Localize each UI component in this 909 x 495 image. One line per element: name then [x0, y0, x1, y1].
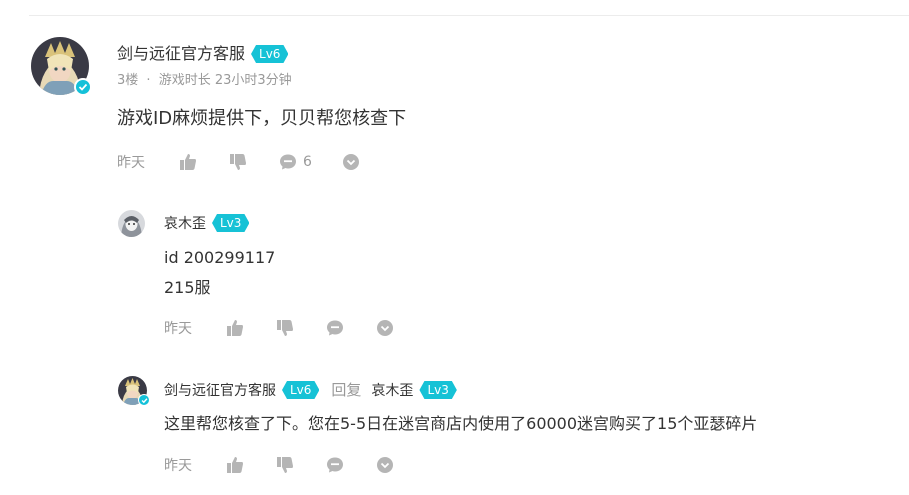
like-button[interactable]: [226, 456, 244, 474]
reply-count: 6: [303, 154, 312, 170]
reply-to-name[interactable]: 哀木歪: [371, 383, 413, 399]
verified-icon: [74, 78, 92, 96]
dislike-button[interactable]: [276, 456, 294, 474]
thumbs-down-icon: [277, 457, 293, 473]
author-name[interactable]: 剑与远征官方客服 Lv6: [117, 40, 288, 64]
reply-author: 剑与远征官方客服 Lv6 回复 哀木歪 Lv3: [164, 379, 457, 400]
comment-icon: [327, 320, 343, 336]
thumbs-up-icon: [180, 154, 196, 170]
reply-author-text[interactable]: 哀木歪: [164, 216, 206, 232]
level-badge: Lv3: [212, 214, 249, 232]
reply-word: 回复: [331, 381, 362, 399]
more-button[interactable]: [342, 153, 360, 171]
divider: [29, 15, 909, 16]
reply-avatar[interactable]: [118, 210, 145, 237]
reply-actions: 昨天: [164, 455, 424, 475]
thumbs-up-icon: [227, 320, 243, 336]
comment-actions: 昨天 6: [117, 152, 390, 172]
comment-icon: [280, 154, 296, 170]
thumbs-up-icon: [227, 457, 243, 473]
level-badge: Lv6: [251, 45, 288, 63]
reply-time: 昨天: [164, 458, 192, 474]
more-button[interactable]: [376, 319, 394, 337]
thumbs-down-icon: [277, 320, 293, 336]
reply-text: 这里帮您核查了下。您在5-5日在迷宫商店内使用了60000迷宫购买了15个亚瑟碎…: [164, 414, 758, 433]
level-badge: Lv6: [282, 381, 319, 399]
chevron-down-icon: [377, 320, 393, 336]
reply-author[interactable]: 哀木歪 Lv3: [164, 213, 249, 233]
comment-button[interactable]: [326, 319, 344, 337]
reply-author-text[interactable]: 剑与远征官方客服: [164, 383, 276, 399]
author-name-text[interactable]: 剑与远征官方客服: [117, 44, 245, 63]
meta-separator: ·: [146, 73, 151, 88]
comment-icon: [327, 457, 343, 473]
thumbs-down-icon: [230, 154, 246, 170]
comment-text: 游戏ID麻烦提供下，贝贝帮您核查下: [117, 108, 407, 129]
reply-line: id 200299117: [164, 248, 276, 267]
like-button[interactable]: [179, 153, 197, 171]
reply-line: 215服: [164, 278, 211, 297]
avatar[interactable]: [31, 37, 92, 96]
comment-button[interactable]: 6: [279, 153, 312, 171]
dislike-button[interactable]: [276, 319, 294, 337]
comment-meta: 3楼 · 游戏时长 23小时3分钟: [117, 69, 292, 88]
level-badge: Lv3: [419, 381, 456, 399]
reply-text: id 200299117 215服: [164, 243, 275, 303]
like-button[interactable]: [226, 319, 244, 337]
comment-button[interactable]: [326, 456, 344, 474]
comment-time: 昨天: [117, 155, 145, 171]
dislike-button[interactable]: [229, 153, 247, 171]
floor-number: 3楼: [117, 73, 139, 88]
reply-actions: 昨天: [164, 318, 424, 338]
more-button[interactable]: [376, 456, 394, 474]
verified-icon: [138, 394, 150, 406]
playtime: 游戏时长 23小时3分钟: [158, 73, 292, 88]
chevron-down-icon: [377, 457, 393, 473]
reply-time: 昨天: [164, 321, 192, 337]
chevron-down-icon: [342, 154, 359, 170]
reply-avatar[interactable]: [118, 376, 150, 406]
